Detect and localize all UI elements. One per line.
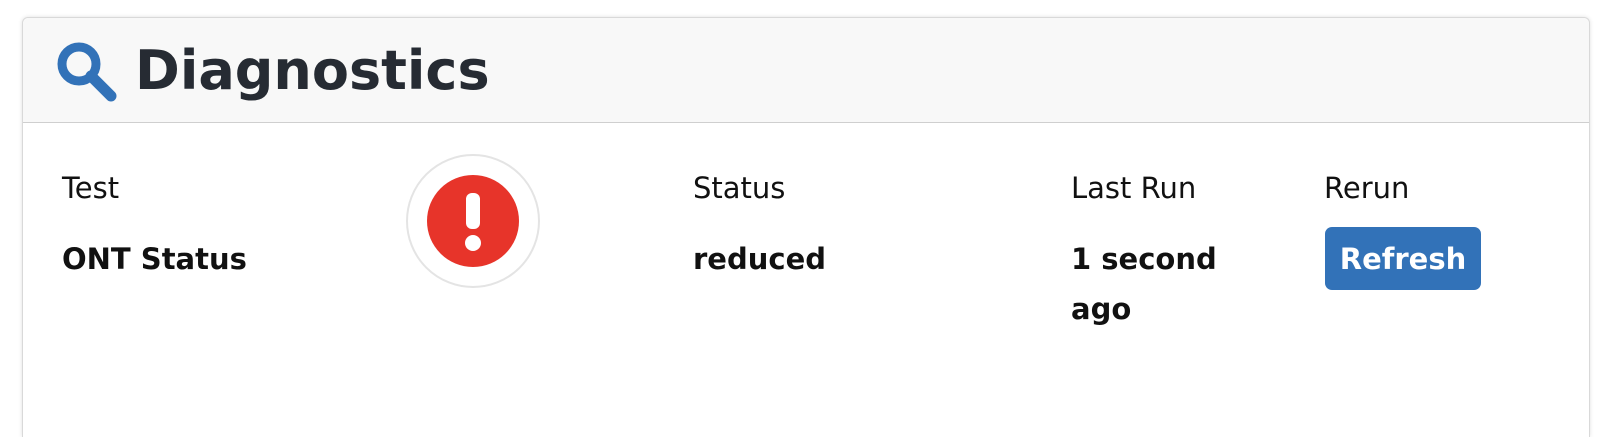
column-header-test: Test <box>62 171 120 205</box>
last-run-value: 1 second ago <box>1071 234 1217 334</box>
column-header-rerun: Rerun <box>1324 171 1410 205</box>
page-title: Diagnostics <box>135 38 490 102</box>
card-header: Diagnostics <box>23 18 1589 123</box>
last-run-line-1: 1 second <box>1071 242 1217 276</box>
search-icon <box>57 42 117 102</box>
column-header-last-run: Last Run <box>1071 171 1197 205</box>
exclamation-circle-icon <box>427 175 519 267</box>
test-name: ONT Status <box>62 242 247 276</box>
column-header-status: Status <box>693 171 786 205</box>
status-indicator <box>406 154 540 288</box>
refresh-button[interactable]: Refresh <box>1325 227 1481 290</box>
diagnostics-card: Diagnostics Test Status Last Run Rerun O… <box>22 17 1590 437</box>
last-run-line-2: ago <box>1071 292 1132 326</box>
status-value: reduced <box>693 242 826 276</box>
